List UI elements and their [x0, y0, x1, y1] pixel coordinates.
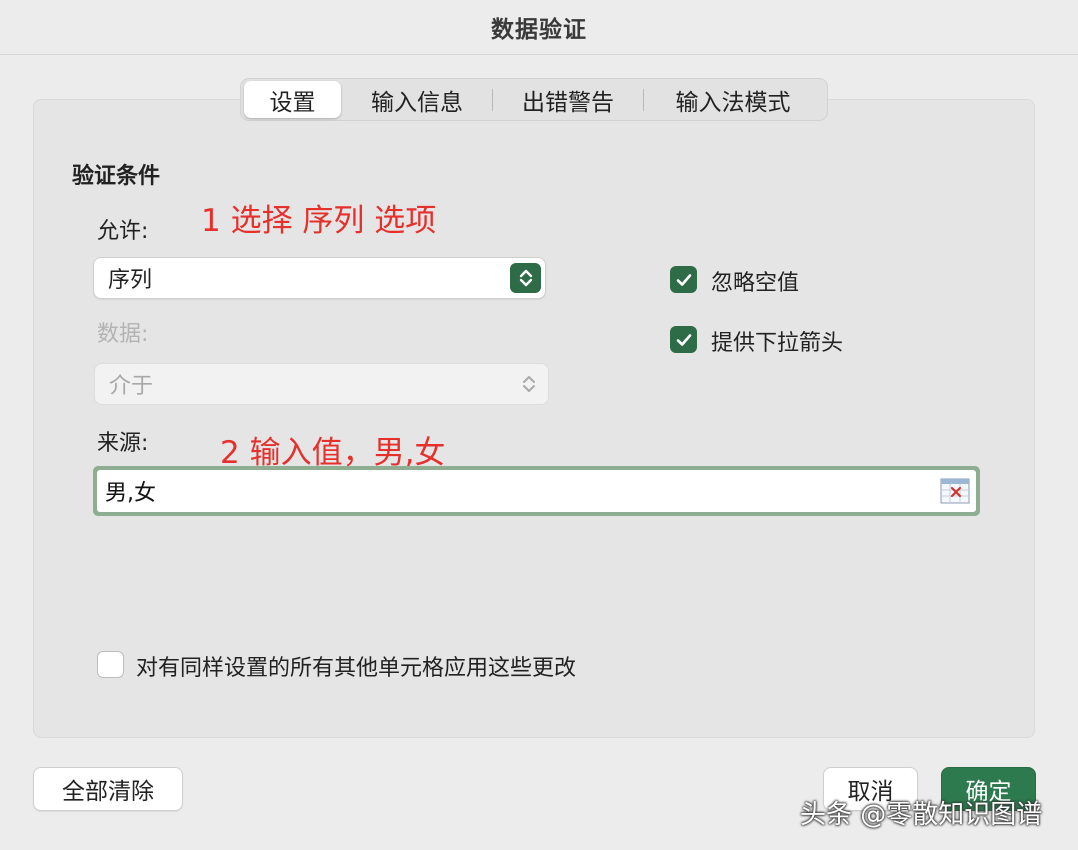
data-select: 介于: [95, 364, 548, 404]
ignore-blank-label: 忽略空值: [711, 271, 800, 296]
settings-panel: [33, 99, 1035, 738]
data-select-value: 介于: [109, 374, 154, 399]
ignore-blank-checkbox[interactable]: [670, 266, 697, 293]
data-validation-dialog: 数据验证 设置 输入信息 出错警告 输入法模式 验证条件 允许: 1 选择 序列…: [0, 0, 1078, 850]
annotation-step1: 1 选择 序列 选项: [201, 203, 437, 239]
title-bar: 数据验证: [0, 0, 1078, 55]
tab-input-method[interactable]: 输入法模式: [644, 81, 822, 118]
allow-select-value: 序列: [108, 268, 153, 293]
checkmark-icon: [676, 273, 691, 286]
section-title: 验证条件: [72, 164, 161, 189]
chevron-up-down-icon: [513, 369, 544, 399]
window-title: 数据验证: [491, 17, 587, 43]
watermark: 头条 @零散知识图谱: [800, 800, 1043, 830]
clear-all-button[interactable]: 全部清除: [34, 768, 182, 810]
source-field-focus-ring: 男,女: [93, 466, 980, 516]
dropdown-arrow-label: 提供下拉箭头: [711, 331, 844, 356]
tab-error-alert[interactable]: 出错警告: [493, 81, 643, 118]
chevron-up-down-icon: [510, 263, 541, 293]
checkmark-icon: [676, 333, 691, 346]
dropdown-arrow-checkbox[interactable]: [670, 326, 697, 353]
apply-all-checkbox[interactable]: [97, 651, 124, 678]
source-input[interactable]: 男,女: [97, 470, 976, 512]
tab-settings[interactable]: 设置: [244, 81, 341, 118]
range-picker-icon[interactable]: [940, 478, 970, 504]
data-label: 数据:: [97, 322, 149, 347]
source-input-value: 男,女: [105, 481, 156, 506]
tab-bar: 设置 输入信息 出错警告 输入法模式: [240, 78, 828, 121]
allow-label: 允许:: [97, 219, 149, 244]
allow-select[interactable]: 序列: [94, 258, 545, 298]
tab-input-message[interactable]: 输入信息: [342, 81, 492, 118]
apply-all-label: 对有同样设置的所有其他单元格应用这些更改: [136, 656, 577, 681]
source-label: 来源:: [97, 431, 149, 456]
